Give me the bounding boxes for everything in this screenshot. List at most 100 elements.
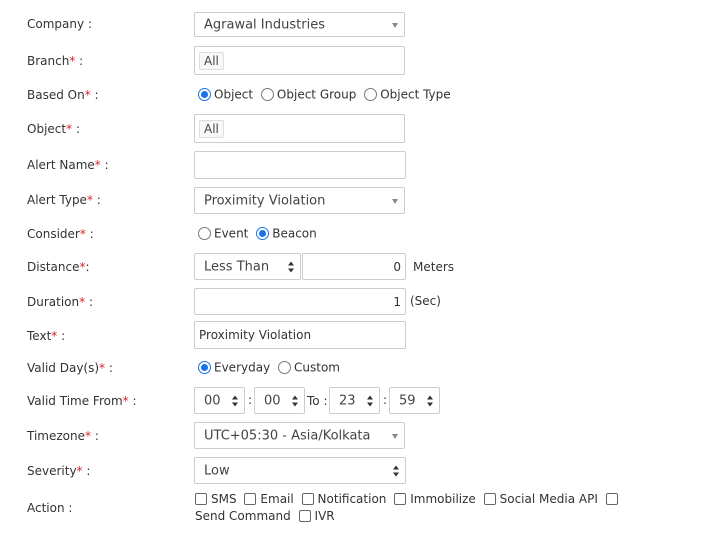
radio-selected-icon[interactable]	[198, 88, 211, 101]
company-label: Company :	[27, 17, 92, 31]
consider-label: Consider* :	[27, 227, 94, 241]
action-label: Action :	[27, 501, 73, 515]
chevron-down-icon	[392, 433, 398, 439]
text-label: Text* :	[27, 329, 66, 343]
alert-name-row: Alert Name* :	[0, 151, 707, 179]
valid-days-custom-option[interactable]: Custom	[278, 360, 340, 375]
based-on-object-group-option[interactable]: Object Group	[260, 87, 356, 102]
alert-type-select[interactable]: Proximity Violation	[194, 187, 405, 214]
severity-value: Low	[204, 463, 230, 478]
updown-arrow-icon	[288, 261, 295, 272]
radio-selected-icon[interactable]	[198, 361, 211, 374]
duration-value: 1	[393, 294, 401, 309]
from-hour-value: 00	[204, 393, 221, 408]
radio-icon[interactable]	[364, 88, 378, 101]
object-tag[interactable]: All	[199, 119, 224, 138]
based-on-object-option[interactable]: Object	[198, 87, 253, 102]
company-select[interactable]: Agrawal Industries	[194, 12, 405, 37]
checkbox-icon[interactable]	[244, 492, 257, 505]
duration-label: Duration* :	[27, 295, 93, 309]
to-hour-value: 23	[339, 393, 356, 408]
radio-icon[interactable]	[278, 361, 292, 374]
text-value: Proximity Violation	[199, 328, 312, 342]
chevron-down-icon	[392, 198, 398, 204]
duration-unit: (Sec)	[410, 294, 441, 308]
timezone-select[interactable]: UTC+05:30 - Asia/Kolkata	[194, 422, 405, 449]
valid-time-label: Valid Time From* :	[27, 394, 137, 408]
consider-event-option[interactable]: Event	[198, 226, 248, 241]
based-on-row: Based On* : Object Object Group Object T…	[0, 87, 707, 104]
from-hour-select[interactable]: 00	[194, 387, 245, 414]
timezone-row: Timezone* : UTC+05:30 - Asia/Kolkata	[0, 422, 707, 449]
timezone-label: Timezone* :	[27, 429, 99, 443]
distance-row: Distance*: Less Than 0 Meters	[0, 253, 707, 280]
distance-label: Distance*:	[27, 260, 90, 274]
duration-input[interactable]: 1	[194, 288, 406, 315]
action-notification-option[interactable]: Notification	[301, 492, 386, 506]
based-on-object-type-option[interactable]: Object Type	[364, 87, 451, 102]
severity-select[interactable]: Low	[194, 457, 406, 484]
duration-row: Duration* : 1 (Sec)	[0, 288, 707, 315]
updown-arrow-icon	[232, 395, 239, 406]
checkbox-icon[interactable]	[301, 492, 314, 505]
branch-multiselect[interactable]: All	[194, 46, 405, 75]
consider-row: Consider* : Event Beacon	[0, 226, 707, 243]
action-sms-option[interactable]: SMS	[195, 492, 237, 506]
based-on-radio-group: Object Object Group Object Type	[198, 87, 455, 102]
from-minute-select[interactable]: 00	[254, 387, 305, 414]
action-email-option[interactable]: Email	[244, 492, 294, 506]
to-hour-select[interactable]: 23	[329, 387, 380, 414]
valid-time-row: Valid Time From* : 00 : 00 To : 23 : 59	[0, 387, 707, 414]
object-multiselect[interactable]: All	[194, 114, 405, 143]
text-row: Text* : Proximity Violation	[0, 321, 707, 349]
company-row: Company : Agrawal Industries	[0, 12, 707, 37]
checkbox-icon[interactable]	[394, 492, 407, 505]
distance-value: 0	[393, 259, 401, 274]
action-social-media-option[interactable]: Social Media API	[483, 492, 598, 506]
updown-arrow-icon	[393, 465, 400, 476]
to-minute-select[interactable]: 59	[389, 387, 440, 414]
branch-row: Branch* : All	[0, 46, 707, 75]
severity-label: Severity* :	[27, 464, 91, 478]
updown-arrow-icon	[367, 395, 374, 406]
time-separator: :	[248, 393, 253, 407]
alert-type-label: Alert Type* :	[27, 193, 101, 207]
valid-days-everyday-option[interactable]: Everyday	[198, 360, 270, 375]
severity-row: Severity* : Low	[0, 457, 707, 484]
checkbox-icon[interactable]	[298, 509, 311, 522]
action-send-command-option[interactable]: Send Command	[195, 509, 291, 523]
radio-icon[interactable]	[260, 88, 274, 101]
valid-days-radio-group: Everyday Custom	[198, 360, 344, 375]
from-minute-value: 00	[264, 393, 281, 408]
action-checkbox-group: SMS Email Notification Immobilize Social…	[195, 491, 645, 525]
distance-operator-value: Less Than	[204, 259, 270, 274]
branch-label: Branch* :	[27, 54, 84, 68]
alert-type-value: Proximity Violation	[204, 193, 326, 208]
radio-selected-icon[interactable]	[256, 227, 270, 240]
distance-operator-select[interactable]: Less Than	[194, 253, 301, 280]
radio-icon[interactable]	[198, 227, 211, 240]
to-label: To :	[307, 394, 328, 408]
object-label: Object* :	[27, 122, 80, 136]
chevron-down-icon	[392, 22, 398, 28]
checkbox-icon[interactable]	[483, 492, 496, 505]
company-value: Agrawal Industries	[204, 17, 325, 32]
text-input[interactable]: Proximity Violation	[194, 321, 406, 349]
distance-unit: Meters	[413, 260, 455, 274]
valid-days-label: Valid Day(s)* :	[27, 361, 113, 375]
object-row: Object* : All	[0, 114, 707, 143]
valid-days-row: Valid Day(s)* : Everyday Custom	[0, 360, 707, 377]
action-immobilize-option[interactable]: Immobilize	[394, 492, 476, 506]
to-minute-value: 59	[399, 393, 416, 408]
action-ivr-option[interactable]: IVR	[298, 509, 335, 523]
consider-beacon-option[interactable]: Beacon	[256, 226, 317, 241]
distance-input[interactable]: 0	[302, 253, 406, 280]
checkbox-icon[interactable]	[195, 492, 207, 505]
alert-name-input[interactable]	[194, 151, 406, 179]
based-on-label: Based On* :	[27, 88, 99, 102]
alert-type-row: Alert Type* : Proximity Violation	[0, 187, 707, 214]
consider-radio-group: Event Beacon	[198, 226, 321, 241]
branch-tag[interactable]: All	[199, 51, 224, 70]
checkbox-icon[interactable]	[605, 492, 618, 505]
timezone-value: UTC+05:30 - Asia/Kolkata	[204, 428, 371, 443]
